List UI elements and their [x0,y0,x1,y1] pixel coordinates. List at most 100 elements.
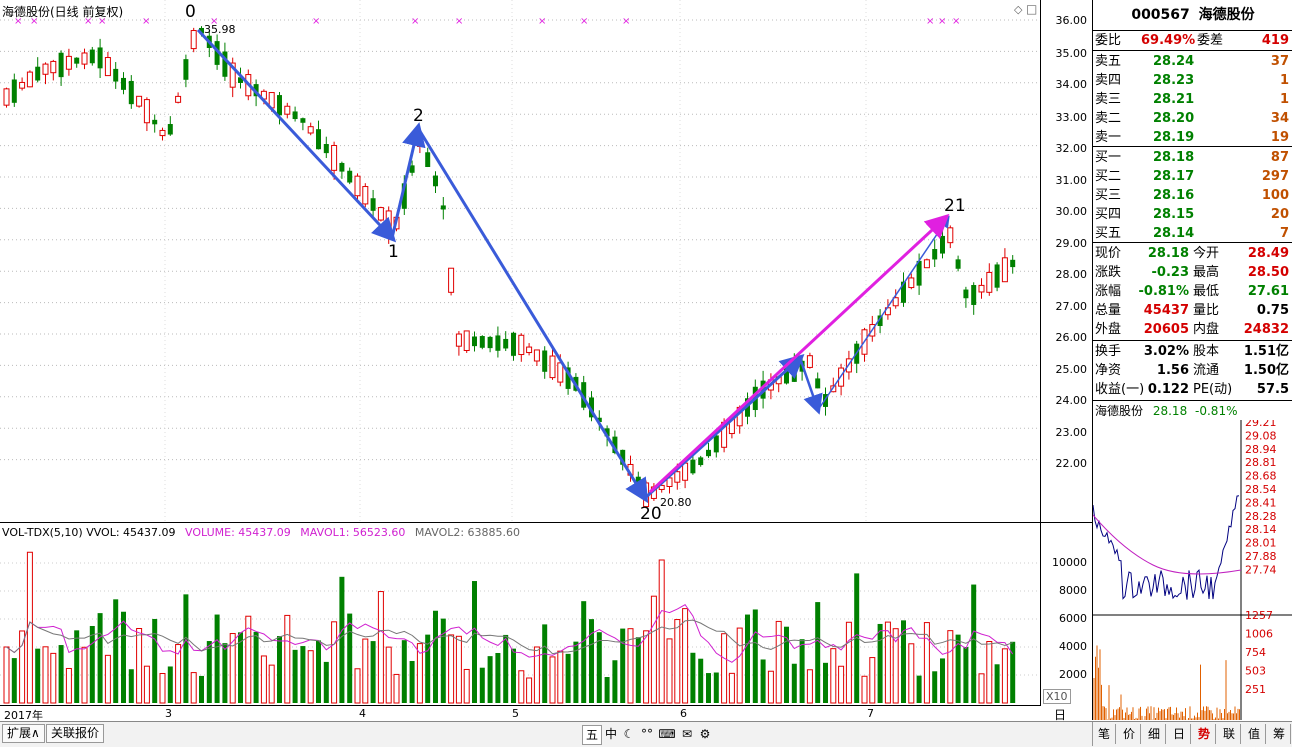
stock-code: 000567 [1131,7,1190,23]
ask-row: 卖一 28.19 19 [1095,130,1289,145]
volume-bar [721,633,728,704]
candle-body [89,49,95,64]
finance-value: 1.50亿 [1243,363,1289,378]
intraday-price-tick: 29.21 [1245,420,1277,429]
candle-body [113,68,119,82]
finance-value: 1.56 [1156,363,1189,378]
candle-body [472,336,477,347]
stat-row: 涨幅 -0.81% 最低 27.61 [1095,284,1289,299]
weibi-row: 委比 69.49% 委差 419 [1095,33,1289,48]
right-tab-strip: 笔 价 细 日 势 联 值 筹 [1092,722,1292,746]
expand-button[interactable]: 扩展∧ [2,724,45,743]
tab-lian[interactable]: 联 [1218,724,1241,744]
price-tick: 30.00 [1055,205,1088,218]
cross-marker: × [538,16,546,27]
volume-bar [845,621,852,704]
tab-ri[interactable]: 日 [1168,724,1191,744]
intraday-price: 28.18 [1152,404,1188,418]
volume-bar [136,628,143,704]
volume-bar [589,619,594,703]
candle-body [557,362,564,383]
volume-axis: 10000 8000 6000 4000 2000 X10 [1040,522,1093,706]
volume-bar [393,673,400,704]
volume-bar [728,672,735,704]
volume-bar [89,625,95,703]
intraday-chart[interactable]: 29.2129.0828.9428.8128.6828.5428.4128.28… [1093,420,1292,720]
intraday-volume-tick: 503 [1245,665,1266,678]
volume-bar [35,648,41,703]
date-axis: 2017年 3 4 5 6 7 日线 [0,705,1066,739]
low-price-label: 20.80 [660,496,692,509]
cross-marker: × [952,16,960,27]
tab-shi[interactable]: 势 [1193,724,1216,744]
volume-bar [385,646,392,704]
finance-value: 57.5 [1256,382,1289,397]
candle-body [440,205,446,210]
volume-bar [401,640,407,703]
tab-chou[interactable]: 筹 [1268,724,1291,744]
volume-bar [767,670,774,704]
kline-chart[interactable]: × × × × × × × × × × × × × × × 海德股份(日线 前复权) ◇ □ 0 35.98… [0,0,1040,524]
square-icon[interactable]: □ [1026,2,1037,16]
mavol1-value: MAVOL1: 56523.60 [300,526,406,539]
finance-row: 收益(一) 0.122 PE(动) 57.5 [1095,382,1289,397]
candle-body [806,355,813,368]
volume-bar [565,653,571,703]
volume-bar [908,643,915,704]
tab-jia[interactable]: 价 [1118,724,1141,744]
chinese-input-icon[interactable]: 中 [602,725,620,743]
ask-price: 28.19 [1153,130,1195,145]
keyboard-icon[interactable]: ⌨ [658,725,676,743]
finance-value: 0.122 [1147,382,1189,397]
moon-icon[interactable]: ☾ [620,725,638,743]
price-tick: 24.00 [1055,394,1088,407]
candle-body [284,105,291,115]
candle-body [316,129,321,150]
candle-body [947,227,954,244]
volume-bar [978,673,985,704]
tab-zhi[interactable]: 值 [1243,724,1266,744]
wave-arrow [390,122,426,239]
volume-bar [472,581,477,703]
chart-title: 海德股份(日线 前复权) [2,5,124,19]
stat-value: 28.18 [1147,246,1189,261]
ask-volume: 1 [1279,92,1289,107]
cross-marker: × [142,16,150,27]
candle-body [81,52,88,65]
tab-xi[interactable]: 细 [1143,724,1166,744]
candle-body [978,284,985,293]
volume-bar [448,634,455,704]
related-quote-button[interactable]: 关联报价 [46,724,105,743]
bid-volume: 87 [1270,150,1289,165]
tab-bi[interactable]: 笔 [1093,724,1116,744]
intraday-volume-tick: 1006 [1245,628,1273,641]
ask-volume: 34 [1270,111,1289,126]
volume-unit: X10 [1043,689,1071,704]
price-tick: 35.00 [1055,47,1088,60]
candle-body [300,118,306,123]
settings-icon[interactable]: ⚙ [696,725,714,743]
dots-icon[interactable]: °° [638,725,656,743]
volume-bar [183,594,189,703]
volume-bar [113,599,119,703]
candle-body [542,350,548,372]
volume-bar [307,650,314,704]
volume-tick: 2000 [1059,668,1087,681]
ask-row: 卖三 28.21 1 [1095,92,1289,107]
volume-bar [167,666,173,703]
mail-icon[interactable]: ✉ [678,725,696,743]
volume-bar [370,641,376,703]
candle-body [121,77,126,90]
volume-tick: 6000 [1059,612,1087,625]
ask-row: 卖五 28.24 37 [1095,54,1289,69]
volume-bar [65,667,72,704]
candle-body [425,152,431,167]
volume-bar [1001,648,1008,704]
diamond-icon[interactable]: ◇ [1014,3,1022,16]
date-tick: 7 [867,707,874,720]
volume-bar [806,669,813,704]
candle-body [362,186,369,205]
candle-body [97,47,103,69]
volume-panel[interactable]: VOL-TDX(5,10) VVOL: 45437.09 VOLUME: 454… [0,522,1040,706]
five-tool-icon[interactable]: 五 [582,725,602,745]
